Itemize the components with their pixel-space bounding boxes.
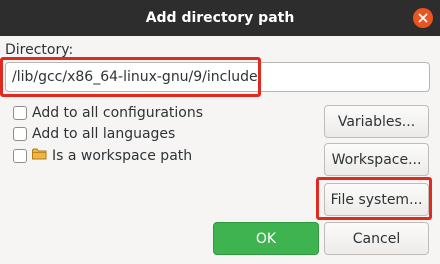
add-to-all-configurations-checkbox[interactable]: Add to all configurations [13, 104, 203, 122]
add-to-all-languages-checkbox[interactable]: Add to all languages [13, 125, 175, 143]
directory-label: Directory: [5, 42, 74, 58]
checkbox-label: Add to all languages [32, 126, 176, 142]
checkbox-box [13, 149, 27, 163]
close-button[interactable] [413, 8, 433, 28]
dialog-title: Add directory path [145, 10, 295, 26]
dialog-titlebar: Add directory path [0, 0, 440, 36]
directory-path-input[interactable] [5, 62, 430, 92]
checkbox-box [13, 127, 27, 141]
checkbox-box [13, 106, 27, 120]
close-icon [418, 13, 428, 23]
workspace-path-checkbox[interactable]: Is a workspace path [13, 147, 192, 165]
ok-button[interactable]: OK [213, 222, 319, 255]
cancel-button[interactable]: Cancel [324, 222, 429, 255]
folder-icon [32, 148, 47, 164]
variables-button[interactable]: Variables... [324, 105, 429, 138]
file-system-button[interactable]: File system... [324, 183, 429, 216]
workspace-button[interactable]: Workspace... [324, 143, 429, 176]
checkbox-label: Add to all configurations [32, 105, 204, 121]
checkbox-label: Is a workspace path [52, 148, 193, 164]
